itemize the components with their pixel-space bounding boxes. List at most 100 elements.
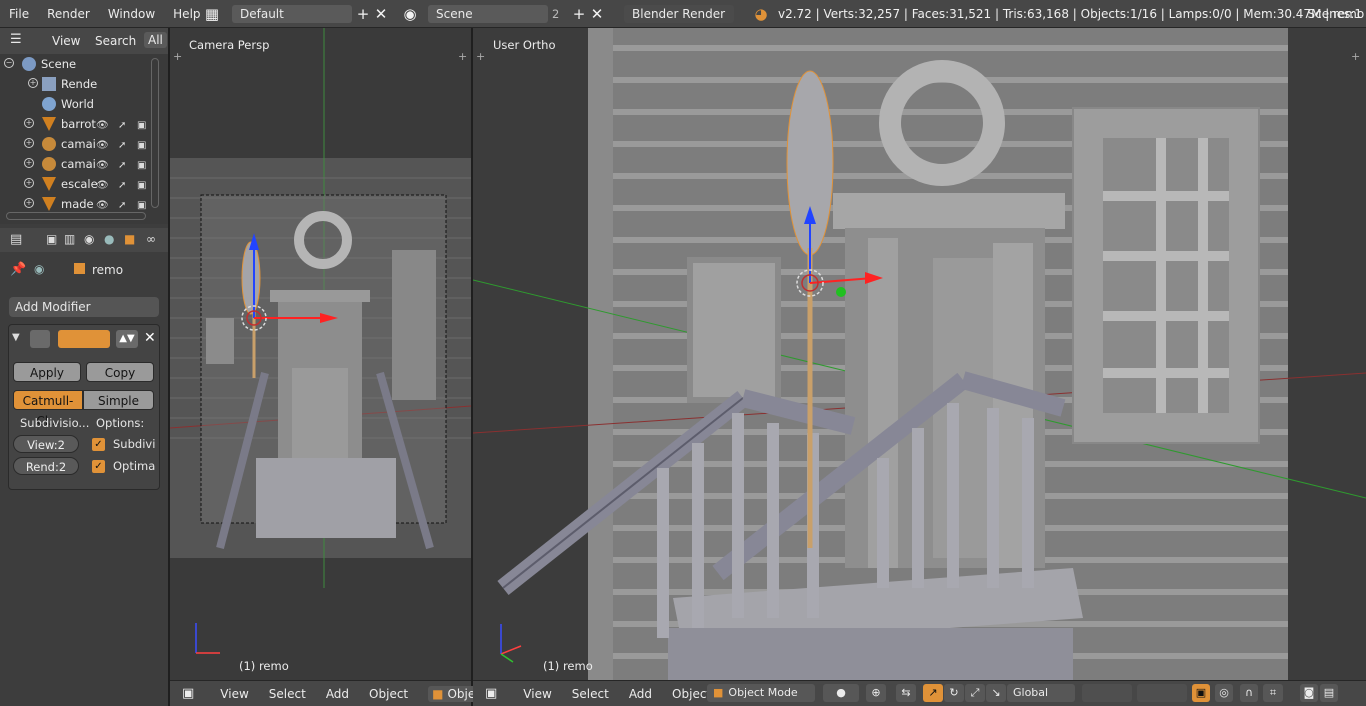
render-camera-icon[interactable]: ▣ — [137, 116, 146, 136]
expand-icon[interactable]: + — [24, 178, 34, 188]
render-levels-field[interactable]: Rend:2 — [13, 457, 79, 475]
pivot-point-icon[interactable]: ⊕ — [866, 684, 886, 702]
outliner-row-scene[interactable]: − Scene — [0, 54, 168, 74]
rotate-manipulator-icon[interactable]: ↻ — [944, 684, 964, 702]
render-engine-select[interactable]: Blender Render — [624, 5, 734, 23]
outliner-view-menu[interactable]: View — [52, 34, 80, 48]
select-menu[interactable]: Select — [269, 687, 306, 701]
render-tab-icon[interactable]: ▣ — [46, 232, 57, 246]
scene-field[interactable]: Scene — [428, 5, 548, 23]
delete-scene-icon[interactable]: ✕ — [588, 5, 606, 23]
expand-icon[interactable]: + — [28, 78, 38, 88]
expand-icon[interactable]: + — [24, 158, 34, 168]
modifier-visibility-toggles[interactable] — [58, 330, 110, 348]
translate-manipulator-icon[interactable]: ↗ — [923, 684, 943, 702]
simple-option[interactable]: Simple — [83, 390, 154, 410]
menu-window[interactable]: Window — [99, 0, 164, 28]
collapse-icon[interactable]: − — [4, 58, 14, 68]
select-menu[interactable]: Select — [572, 687, 609, 701]
outliner-row-object[interactable]: + made 👁 ➚ ▣ — [0, 194, 168, 214]
select-arrow-icon[interactable]: ➚ — [118, 156, 126, 176]
optimal-display-checkbox[interactable]: ✓ — [92, 460, 105, 473]
delete-layout-icon[interactable]: ✕ — [372, 5, 390, 23]
outliner-display-filter[interactable]: All — [144, 32, 167, 48]
scale-handle-icon[interactable]: ↘ — [986, 684, 1006, 702]
outliner-row-object[interactable]: + barrot 👁 ➚ ▣ — [0, 114, 168, 134]
select-arrow-icon[interactable]: ➚ — [118, 116, 126, 136]
snap-element-icon[interactable]: ⌗ — [1263, 684, 1283, 702]
render-image-icon[interactable]: ◙ — [1300, 684, 1318, 702]
scene-tab-icon[interactable]: ◉ — [84, 232, 94, 246]
view-menu[interactable]: View — [220, 687, 248, 701]
copy-button[interactable]: Copy — [86, 362, 154, 382]
outliner-editor-icon[interactable]: ☰ — [10, 32, 22, 47]
outliner-row-object[interactable]: + camai 👁 ➚ ▣ — [0, 134, 168, 154]
expand-icon[interactable]: + — [24, 118, 34, 128]
view-menu[interactable]: View — [523, 687, 551, 701]
screen-layout-field[interactable]: Default — [232, 5, 352, 23]
editor-type-icon[interactable]: ▣ — [182, 686, 194, 701]
render-camera-icon[interactable]: ▣ — [137, 176, 146, 196]
outliner-row-world[interactable]: World — [0, 94, 168, 114]
screen-layout-icon[interactable]: ▦ — [203, 5, 221, 23]
render-animation-icon[interactable]: ▤ — [1320, 684, 1338, 702]
render-layers-tab-icon[interactable]: ▥ — [64, 232, 75, 246]
outliner-row-object[interactable]: + escale 👁 ➚ ▣ — [0, 174, 168, 194]
outliner-scrollbar[interactable] — [151, 58, 159, 208]
manipulator-toggle-icon[interactable]: ⇆ — [896, 684, 916, 702]
object-menu[interactable]: Object — [672, 687, 711, 701]
constraints-tab-icon[interactable]: ∞ — [146, 232, 156, 246]
expand-icon[interactable]: + — [24, 198, 34, 208]
editor-type-icon[interactable]: ▣ — [485, 686, 497, 701]
add-menu[interactable]: Add — [326, 687, 349, 701]
interaction-mode-select[interactable]: ■ Object Mode — [707, 684, 815, 702]
scene-icon[interactable]: ◉ — [401, 5, 419, 23]
properties-editor-icon[interactable]: ▤ — [10, 232, 22, 247]
expand-icon[interactable]: + — [24, 138, 34, 148]
view-levels-field[interactable]: View:2 — [13, 435, 79, 453]
add-scene-icon[interactable]: + — [570, 5, 588, 23]
outliner-horizontal-scrollbar[interactable] — [6, 212, 146, 220]
render-camera-icon[interactable]: ▣ — [137, 156, 146, 176]
region-expand-icon[interactable]: + — [476, 50, 485, 63]
region-expand-icon[interactable]: + — [1351, 50, 1360, 63]
camera-viewport[interactable]: Camera Persp (1) remo + + — [170, 28, 471, 680]
visibility-eye-icon[interactable]: 👁 — [96, 136, 109, 156]
lock-camera-layers-icon[interactable]: ▣ — [1192, 684, 1210, 702]
subdivide-uvs-checkbox[interactable]: ✓ — [92, 438, 105, 451]
render-camera-icon[interactable]: ▣ — [137, 136, 146, 156]
scenes-count: Scenes:1 — [1307, 7, 1362, 21]
region-expand-icon[interactable]: + — [173, 50, 182, 63]
add-layout-icon[interactable]: + — [354, 5, 372, 23]
menu-render[interactable]: Render — [38, 0, 99, 28]
object-menu[interactable]: Object — [369, 687, 408, 701]
world-tab-icon[interactable]: ● — [104, 232, 114, 246]
pin-icon[interactable]: 📌 — [10, 262, 26, 277]
visibility-eye-icon[interactable]: 👁 — [96, 156, 109, 176]
user-ortho-viewport[interactable]: User Ortho (1) remo + + — [473, 28, 1366, 680]
apply-button[interactable]: Apply — [13, 362, 81, 382]
proportional-editing-icon[interactable]: ◎ — [1215, 684, 1233, 702]
region-expand-icon[interactable]: + — [458, 50, 467, 63]
select-arrow-icon[interactable]: ➚ — [118, 136, 126, 156]
add-modifier-dropdown[interactable]: Add Modifier — [9, 297, 159, 317]
move-modifier-icon[interactable]: ▲▼ — [116, 330, 138, 348]
menu-file[interactable]: File — [0, 0, 38, 28]
object-tab-icon[interactable]: ■ — [124, 232, 135, 246]
viewport-shading-select[interactable]: ● — [823, 684, 859, 702]
layers-grid-1[interactable] — [1082, 684, 1132, 702]
visibility-eye-icon[interactable]: 👁 — [96, 176, 109, 196]
outliner-search-menu[interactable]: Search — [95, 34, 136, 48]
transform-orientation-select[interactable]: Global — [1007, 684, 1075, 702]
outliner-row-render[interactable]: + Rende — [0, 74, 168, 94]
catmull-clark-option[interactable]: Catmull-Cl... — [13, 390, 83, 428]
scale-manipulator-icon[interactable]: ⤢ — [965, 684, 985, 702]
layers-grid-2[interactable] — [1137, 684, 1187, 702]
outliner-row-object[interactable]: + camai 👁 ➚ ▣ — [0, 154, 168, 174]
remove-modifier-icon[interactable]: ✕ — [144, 330, 156, 346]
snap-toggle-icon[interactable]: ∩ — [1240, 684, 1258, 702]
add-menu[interactable]: Add — [629, 687, 652, 701]
select-arrow-icon[interactable]: ➚ — [118, 176, 126, 196]
visibility-eye-icon[interactable]: 👁 — [96, 116, 109, 136]
collapse-triangle-icon[interactable]: ▼ — [12, 332, 20, 343]
